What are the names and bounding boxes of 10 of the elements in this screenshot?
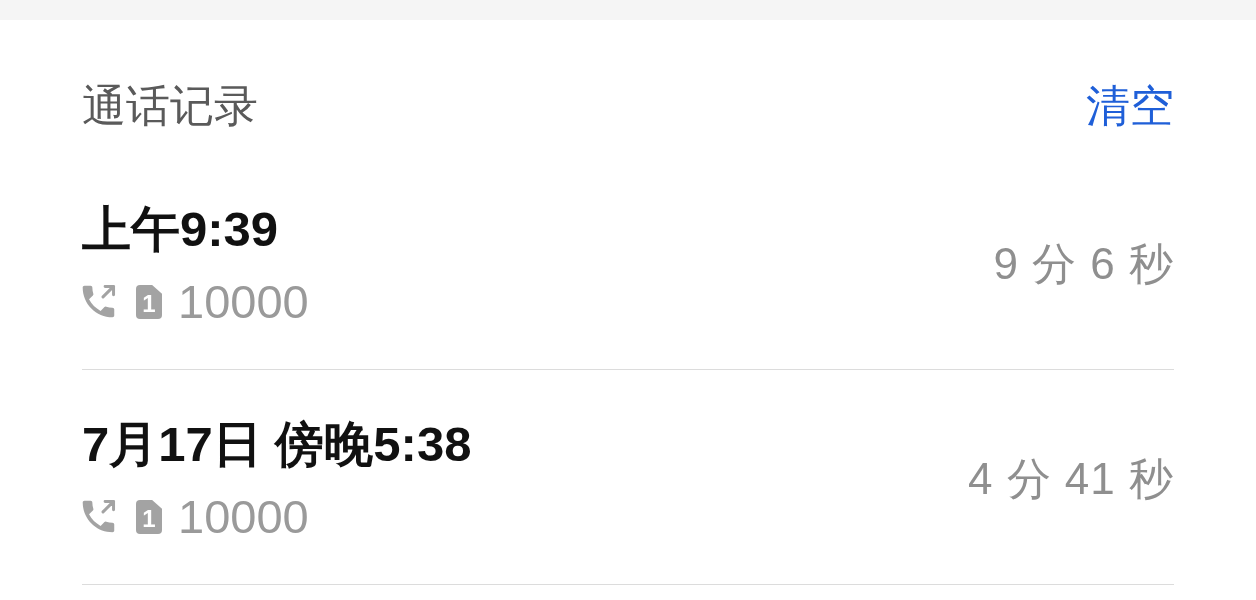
- sim-card-badge: 1: [136, 285, 162, 319]
- phone-number: 10000: [178, 492, 309, 542]
- call-time: 上午9:39: [82, 201, 280, 257]
- sim-card-badge: 1: [136, 500, 162, 534]
- call-duration: 4 分 41 秒: [967, 454, 1174, 504]
- section-title: 通话记录: [82, 80, 258, 132]
- call-duration: 9 分 6 秒: [993, 239, 1174, 289]
- call-time: 7月17日 傍晚5:38: [82, 416, 472, 472]
- clear-button[interactable]: 清空: [1086, 80, 1174, 132]
- phone-number: 10000: [178, 277, 309, 327]
